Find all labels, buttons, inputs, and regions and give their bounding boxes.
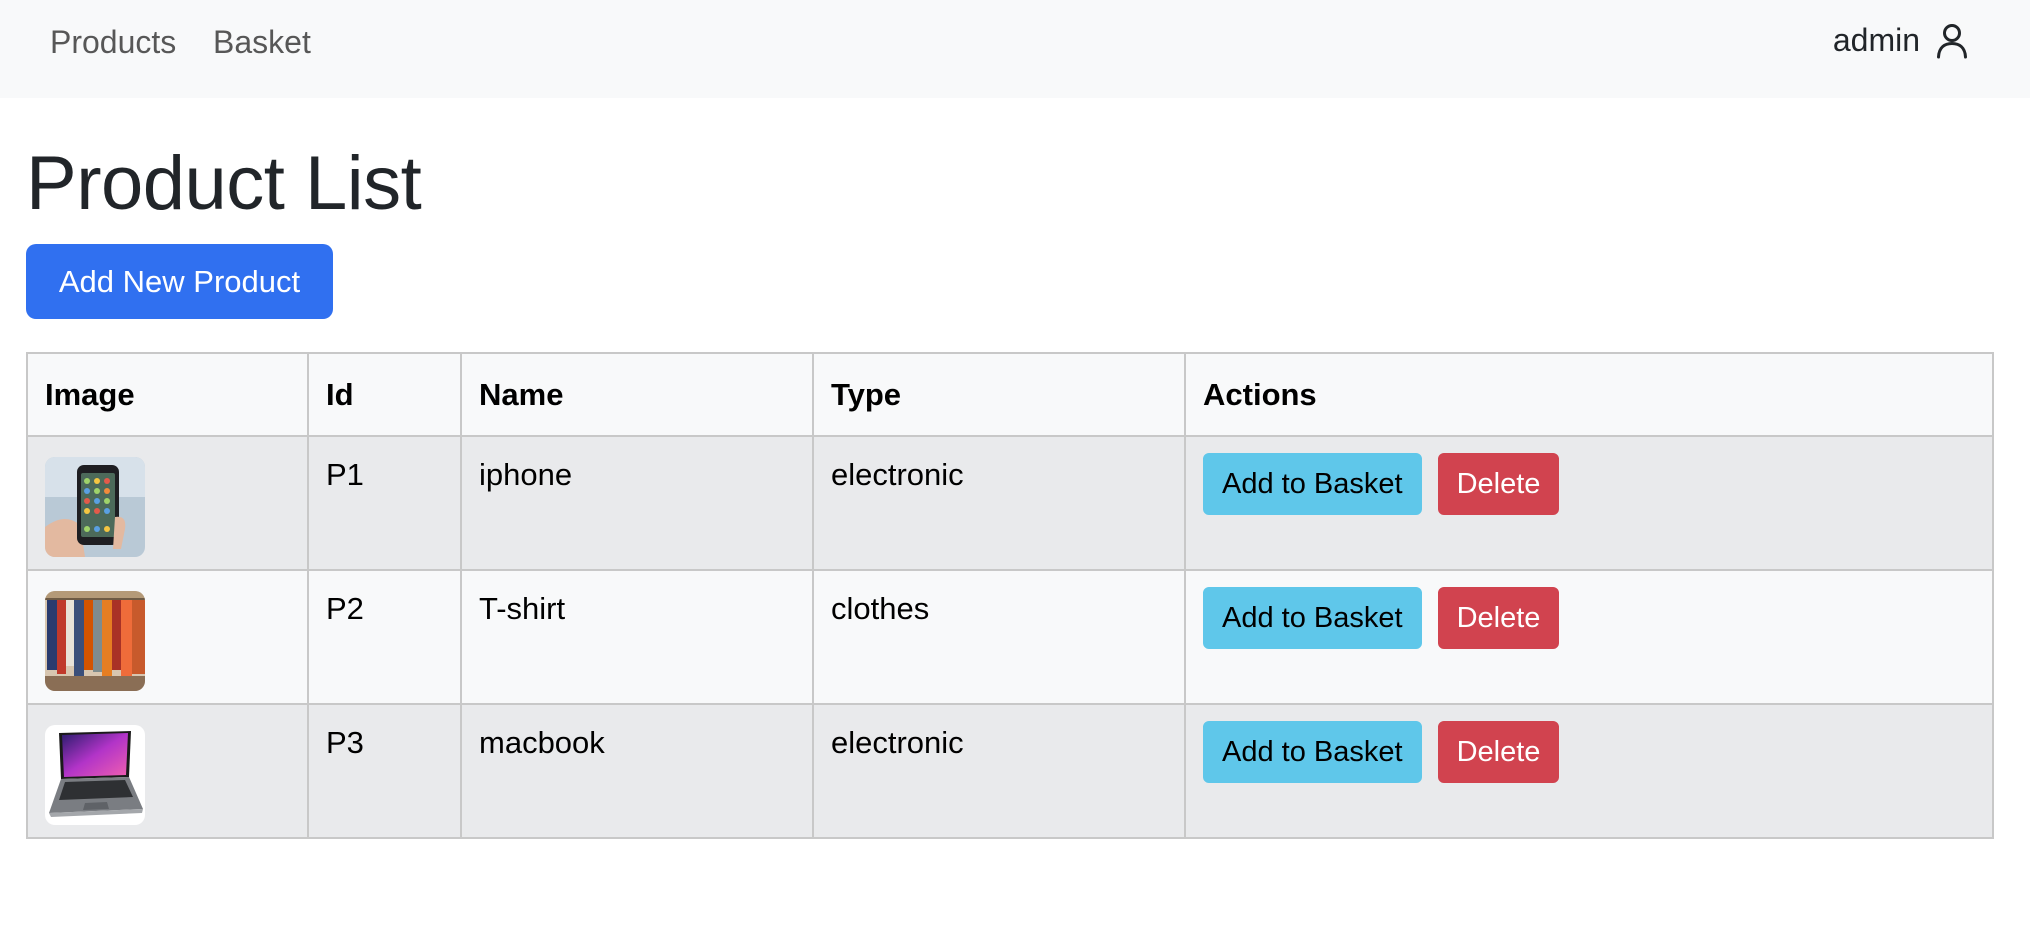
add-to-basket-button[interactable]: Add to Basket	[1203, 721, 1422, 783]
delete-button[interactable]: Delete	[1437, 453, 1560, 515]
column-header-name: Name	[460, 352, 814, 437]
actions-cell: Add to Basket Delete	[1184, 569, 1994, 705]
user-menu[interactable]: admin	[1833, 22, 1968, 59]
add-new-product-button[interactable]: Add New Product	[26, 244, 333, 319]
product-name: iphone	[460, 435, 814, 571]
row-actions: Add to Basket Delete	[1203, 453, 1975, 515]
product-type: clothes	[812, 569, 1186, 705]
macbook-photo	[45, 725, 145, 825]
column-header-type: Type	[812, 352, 1186, 437]
product-id: P2	[307, 569, 462, 705]
product-id: P3	[307, 703, 462, 839]
product-type: electronic	[812, 435, 1186, 571]
image-cell	[26, 703, 309, 839]
product-name: macbook	[460, 703, 814, 839]
table-header-row: Image Id Name Type Actions	[26, 352, 1994, 437]
add-to-basket-button[interactable]: Add to Basket	[1203, 587, 1422, 649]
column-header-id: Id	[307, 352, 462, 437]
table-row: P3 macbook electronic Add to Basket Dele…	[26, 703, 1994, 839]
table-row: P1 iphone electronic Add to Basket Delet…	[26, 435, 1994, 571]
row-actions: Add to Basket Delete	[1203, 721, 1975, 783]
table-row: P2 T-shirt clothes Add to Basket Delete	[26, 569, 1994, 705]
product-name: T-shirt	[460, 569, 814, 705]
iphone-photo	[45, 457, 145, 557]
actions-cell: Add to Basket Delete	[1184, 435, 1994, 571]
user-name: admin	[1832, 22, 1920, 58]
image-cell	[26, 569, 309, 705]
delete-button[interactable]: Delete	[1437, 587, 1560, 649]
product-id: P1	[307, 435, 462, 571]
delete-button[interactable]: Delete	[1437, 721, 1560, 783]
actions-cell: Add to Basket Delete	[1184, 703, 1994, 839]
product-type: electronic	[812, 703, 1186, 839]
add-to-basket-button[interactable]: Add to Basket	[1203, 453, 1422, 515]
page-title: Product List	[26, 141, 422, 226]
column-header-image: Image	[26, 352, 309, 437]
column-header-actions: Actions	[1184, 352, 1994, 437]
product-table: Image Id Name Type Actions P1 iphone ele…	[26, 352, 1994, 839]
tshirt-rack-photo	[45, 591, 145, 691]
nav-link-products[interactable]: Products	[50, 24, 176, 61]
image-cell	[26, 435, 309, 571]
navbar: Products Basket admin	[0, 0, 2030, 98]
person-icon	[1936, 23, 1968, 59]
nav-link-basket[interactable]: Basket	[213, 24, 311, 61]
row-actions: Add to Basket Delete	[1203, 587, 1975, 649]
